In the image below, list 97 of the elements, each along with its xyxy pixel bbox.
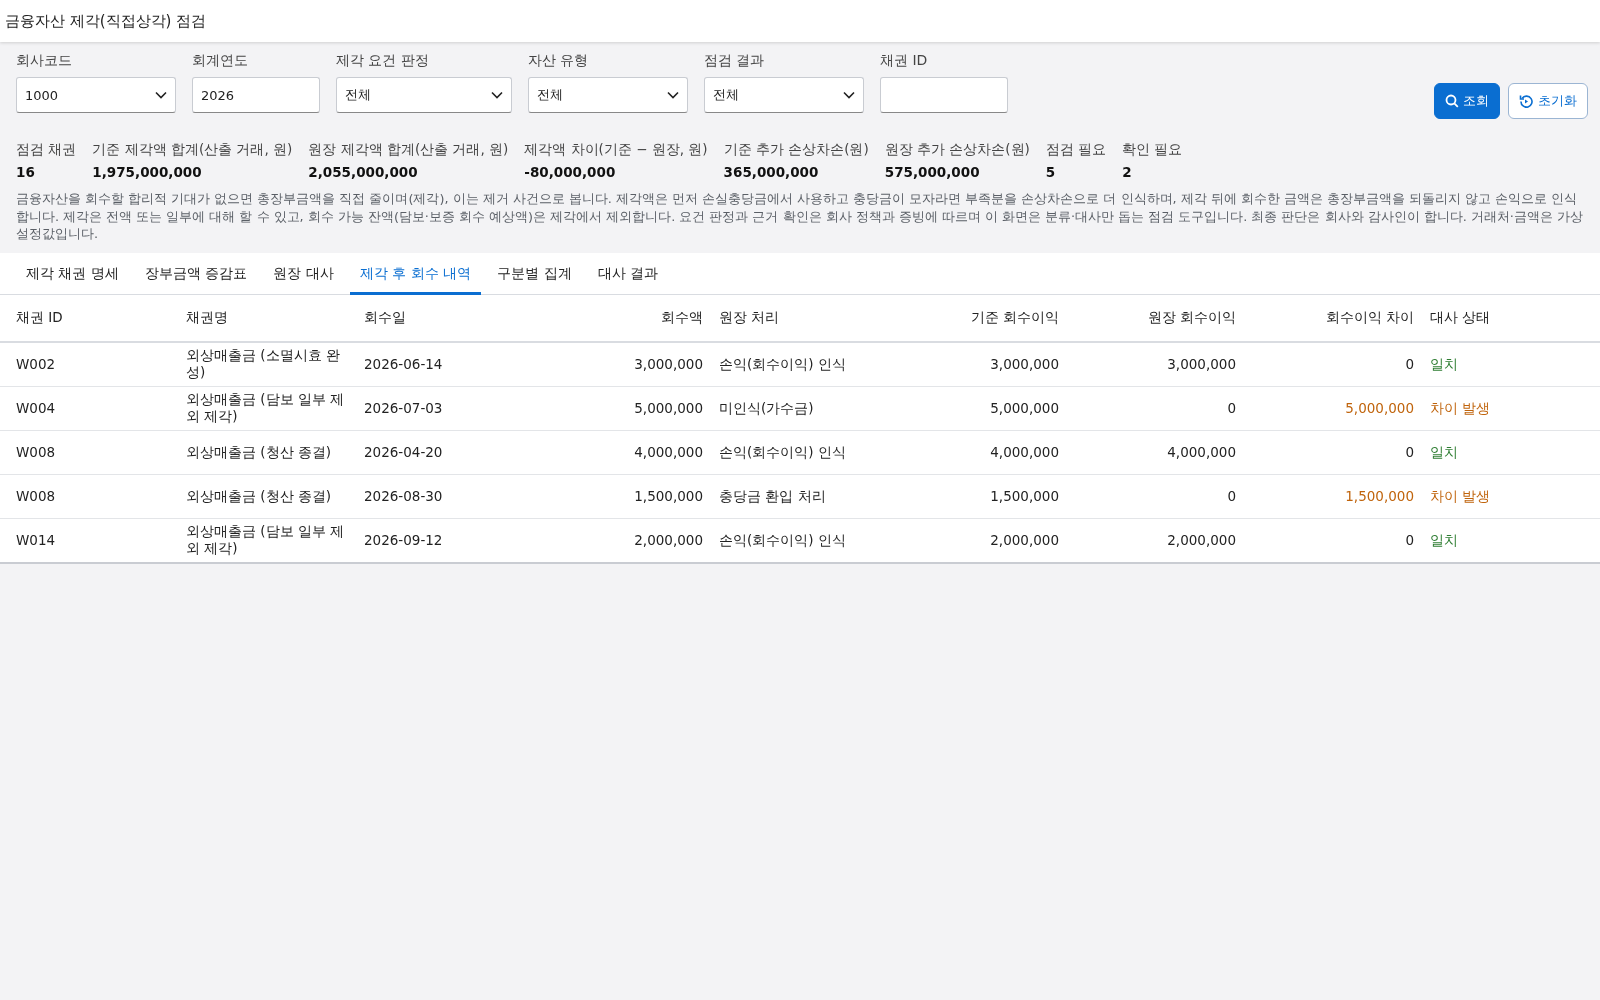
- search-button[interactable]: 조회: [1434, 83, 1500, 119]
- table-cell: 2,000,000: [1167, 531, 1236, 549]
- input-field[interactable]: [880, 77, 1008, 113]
- table-cell: 0: [1405, 531, 1414, 549]
- reset-icon: [1519, 93, 1534, 109]
- table-cell-text: 외상매출금 (담보 일부 제외 제각): [186, 523, 346, 557]
- stat-value: 2: [1122, 164, 1133, 180]
- table-cell: 0: [1405, 443, 1414, 461]
- description-text: 금융자산을 회수할 합리적 기대가 없으면 총장부금액을 직접 줄이며(제각), 이는 제거 사건으로 봅니다. 제각액은 먼저 손실충당금에서 사용하고 충당금이 모자라면 부족분을 손상차손으로 더 인식하며, 제각 뒤에 회수한 금액은 총장부금액을 되돌리지 않고 손익으로 인식합니다. 제각은 전액 또는 일부에 대해 할 수 있고, 회수 가능 잔액(담보·보증 회수 예상액)은 제각에서 제외합니다. 요건 판정과 근거 확인은 회사 정책과 증빙에 따르며 이 화면은 분류·대사만 돕는 점검 도구입니다. 최종 판단은 회사와 감사인이 합니다. 거래처·금액은 가상 설정값입니다.: [16, 190, 1584, 243]
- table-cell-text: 외상매출금 (소멸시효 완성): [186, 347, 341, 381]
- stat-label: 점검 필요: [1045, 141, 1107, 159]
- table-cell: 손익(회수이익) 인식: [719, 531, 846, 549]
- table-cell: 5,000,000: [1345, 399, 1414, 417]
- table-cell: W014: [16, 531, 56, 549]
- table-cell: 1,500,000: [990, 487, 1059, 505]
- stat-label: 점검 채권: [16, 141, 77, 159]
- stat-value: 575,000,000: [884, 164, 981, 180]
- filter-label: 제각 요건 판정: [336, 52, 430, 70]
- table-cell: 3,000,000: [634, 355, 703, 373]
- status-text: 일치: [1430, 443, 1458, 461]
- dropdown-field[interactable]: 전체: [528, 77, 688, 113]
- chevron-down-icon: [843, 91, 855, 99]
- table-cell: 4,000,000: [990, 443, 1059, 461]
- chevron-down-icon: [491, 91, 503, 99]
- dropdown-field[interactable]: 전체: [336, 77, 512, 113]
- column-header: 회수이익 차이: [1325, 309, 1414, 326]
- stat-label: 확인 필요: [1122, 141, 1183, 159]
- table-cell: W002: [16, 355, 56, 373]
- table-cell: 0: [1227, 487, 1236, 505]
- table-cell: 2026-06-14: [364, 355, 443, 373]
- stat-value: 2,055,000,000: [308, 164, 419, 180]
- tab[interactable]: 제각 채권 명세: [16, 252, 129, 295]
- table-cell: 2026-08-30: [364, 487, 443, 505]
- status-text: 일치: [1430, 531, 1458, 549]
- table-cell: 0: [1405, 355, 1414, 373]
- column-header: 회수액: [661, 309, 703, 326]
- table-cell: 외상매출금 (청산 종결): [186, 487, 332, 505]
- table-cell: 5,000,000: [990, 399, 1059, 417]
- dropdown-field[interactable]: 전체: [704, 77, 864, 113]
- table-cell-text: 외상매출금 (담보 일부 제외 제각): [186, 391, 346, 425]
- status-text: 차이 발생: [1430, 399, 1491, 417]
- filter-label: 회사코드: [16, 52, 73, 70]
- reset-button[interactable]: 초기화: [1508, 83, 1588, 119]
- status-text: 일치: [1430, 355, 1458, 373]
- table-cell: W008: [16, 443, 56, 461]
- column-header: 대사 상태: [1430, 309, 1491, 326]
- table-cell: 손익(회수이익) 인식: [719, 443, 846, 461]
- table-cell: 충당금 환입 처리: [719, 487, 826, 505]
- dropdown-field[interactable]: 1000: [16, 77, 176, 113]
- input-field[interactable]: 2026: [192, 77, 320, 113]
- filter-label: 점검 결과: [704, 52, 766, 70]
- stat-value: 1,975,000,000: [92, 164, 203, 180]
- tab[interactable]: 대사 결과: [587, 252, 669, 295]
- column-header: 채권명: [186, 309, 228, 326]
- table-cell: 2026-04-20: [364, 443, 443, 461]
- table-cell: W004: [16, 399, 56, 417]
- table-cell: 2,000,000: [634, 531, 703, 549]
- tab[interactable]: 원장 대사: [263, 252, 344, 295]
- stat-value: -80,000,000: [524, 164, 617, 180]
- table-cell: 4,000,000: [634, 443, 703, 461]
- filter-label: 채권 ID: [880, 52, 929, 70]
- table-cell: 3,000,000: [1167, 355, 1236, 373]
- stat-value: 16: [16, 164, 36, 180]
- table-cell: 5,000,000: [634, 399, 703, 417]
- column-header: 회수일: [364, 309, 406, 326]
- stat-label: 원장 제각액 합계(산출 거래, 원): [308, 141, 509, 159]
- table-cell: 3,000,000: [990, 355, 1059, 373]
- status-text: 차이 발생: [1430, 487, 1491, 505]
- stat-label: 기준 제각액 합계(산출 거래, 원): [92, 141, 293, 159]
- search-icon: [1445, 94, 1459, 108]
- table-cell: W008: [16, 487, 56, 505]
- table-cell: 손익(회수이익) 인식: [719, 355, 846, 373]
- stat-label: 원장 추가 손상차손(원): [884, 141, 1030, 159]
- column-header: 원장 처리: [719, 309, 780, 326]
- table-cell: 2026-09-12: [364, 531, 443, 549]
- filter-label: 자산 유형: [528, 52, 590, 70]
- window-title: 금융자산 제각(직접상각) 점검: [4, 11, 207, 32]
- table-cell: 1,500,000: [1345, 487, 1414, 505]
- chevron-down-icon: [667, 91, 679, 99]
- table-cell: 4,000,000: [1167, 443, 1236, 461]
- table-cell: 미인식(가수금): [719, 399, 814, 417]
- filter-label: 회계연도: [192, 52, 249, 70]
- stat-value: 5: [1045, 164, 1057, 180]
- stat-value: 365,000,000: [723, 164, 820, 180]
- column-header: 원장 회수이익: [1147, 309, 1236, 326]
- tab[interactable]: 장부금액 증감표: [134, 252, 258, 295]
- stat-label: 기준 추가 손상차손(원): [723, 141, 869, 159]
- table-cell: 외상매출금 (청산 종결): [186, 443, 332, 461]
- table-cell: 1,500,000: [634, 487, 703, 505]
- column-header: 기준 회수이익: [970, 309, 1059, 326]
- chevron-down-icon: [155, 91, 167, 99]
- table-cell: 0: [1227, 399, 1236, 417]
- table-cell: 2026-07-03: [364, 399, 443, 417]
- table-cell: 2,000,000: [990, 531, 1059, 549]
- stat-label: 제각액 차이(기준 − 원장, 원): [524, 141, 708, 159]
- tab[interactable]: 구분별 집계: [487, 252, 582, 295]
- column-header: 채권 ID: [16, 309, 63, 326]
